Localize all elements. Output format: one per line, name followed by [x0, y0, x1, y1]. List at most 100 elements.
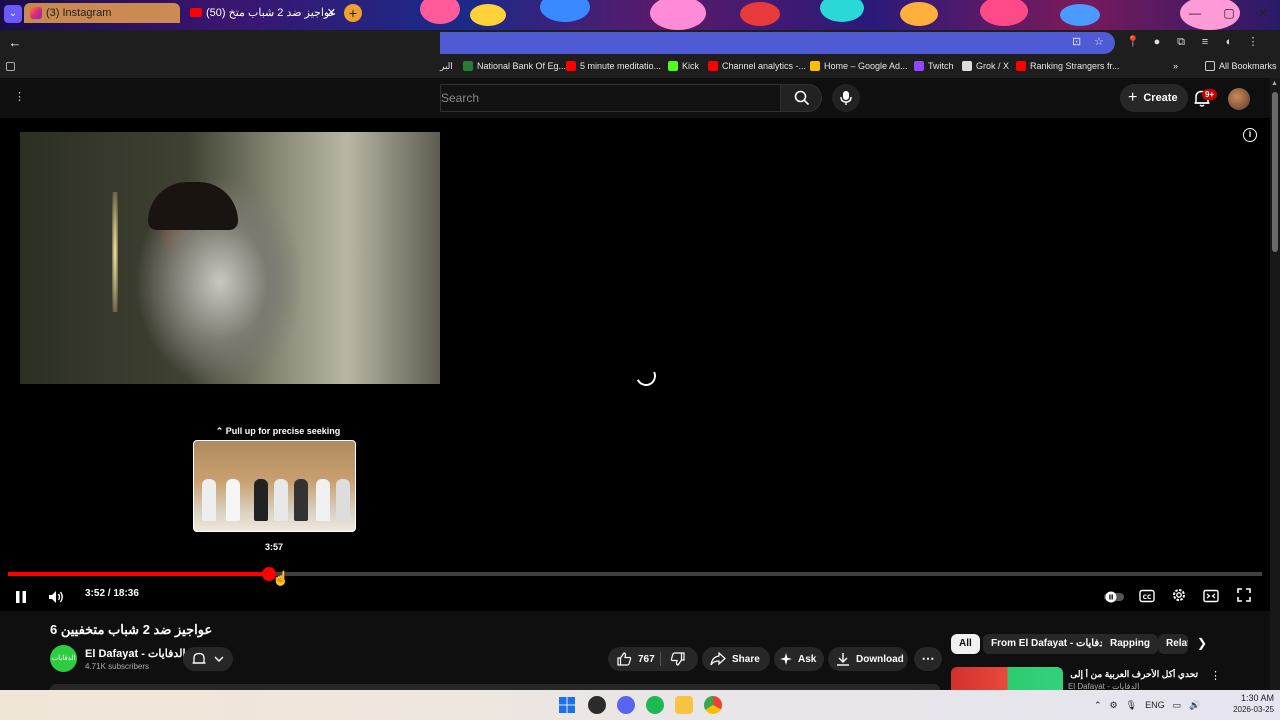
recommendation-thumbnail[interactable] [951, 667, 1063, 690]
theater-mode-icon[interactable] [1203, 586, 1219, 606]
window-controls: — ▢ ✕ [1178, 0, 1280, 30]
tab-youtube-video[interactable]: (50) عواجيز ضد 2 شباب متخ ✕ [186, 3, 342, 23]
youtube-icon [190, 8, 202, 17]
page-scrollbar[interactable]: ▲ [1270, 78, 1280, 690]
bookmark-item[interactable]: Kick [668, 61, 699, 71]
channel-name[interactable]: El Dafayat - الدفايات [85, 647, 186, 660]
extension-icon[interactable]: ● [1149, 34, 1165, 50]
minimize-button[interactable]: — [1178, 0, 1212, 30]
chevron-right-icon[interactable]: ❯ [1197, 636, 1207, 650]
guide-menu-icon[interactable]: ⋮ [14, 90, 25, 103]
bookmark-item[interactable]: البر [440, 61, 453, 72]
chip-from-channel[interactable]: From El Dafayat - الدفايات [983, 634, 1119, 654]
media-queue-icon[interactable]: ≡ [1197, 34, 1213, 50]
bookmark-item[interactable]: Twitch [914, 61, 954, 71]
tab-instagram[interactable]: (3) Instagram [24, 3, 180, 23]
scroll-up-arrow-icon[interactable]: ▲ [1271, 80, 1278, 87]
language-indicator[interactable]: ENG [1145, 700, 1165, 710]
kebab-menu-icon[interactable]: ⋮ [1210, 669, 1221, 682]
info-icon[interactable]: i [1243, 128, 1257, 142]
avatar[interactable] [1228, 88, 1250, 110]
create-button[interactable]: + Create [1120, 84, 1188, 112]
thumbnail-figure [336, 479, 350, 521]
maximize-button[interactable]: ▢ [1212, 0, 1246, 30]
thumbnail-figure [274, 479, 288, 521]
seek-preview-thumbnail [193, 440, 356, 532]
bookmark-label: 5 minute meditatio... [580, 61, 662, 71]
fullscreen-icon[interactable] [1236, 585, 1252, 605]
create-label: Create [1143, 92, 1178, 104]
bookmark-star-icon[interactable]: ☆ [1094, 35, 1104, 48]
file-explorer-icon[interactable] [675, 696, 693, 714]
subscription-notifications-button[interactable] [183, 647, 233, 671]
bell-icon [192, 652, 206, 664]
chrome-icon[interactable] [704, 696, 722, 714]
download-label: Download [856, 653, 904, 665]
autoplay-toggle[interactable] [1102, 587, 1126, 607]
close-tab-icon[interactable]: ✕ [327, 3, 336, 23]
microphone-icon[interactable]: 🎙 [1126, 700, 1137, 711]
network-settings-icon[interactable]: ⚙ [1110, 700, 1118, 711]
display-icon[interactable]: ▭ [1173, 700, 1182, 711]
captions-icon[interactable]: CC [1139, 586, 1155, 606]
plus-icon: + [1128, 89, 1138, 106]
chip-all[interactable]: All [951, 634, 980, 654]
bookmarks-overflow-button[interactable]: » [1173, 61, 1178, 71]
bookmark-item[interactable]: Ranking Strangers fr... [1016, 61, 1120, 71]
download-button[interactable]: Download [828, 647, 908, 671]
close-window-button[interactable]: ✕ [1246, 0, 1280, 30]
kebab-menu-icon[interactable]: ⋮ [1245, 34, 1261, 50]
browser-tabstrip: ⌄ (3) Instagram (50) عواجيز ضد 2 شباب مت… [0, 0, 1280, 30]
share-button[interactable]: Share [702, 647, 770, 671]
discord-icon[interactable] [617, 696, 635, 714]
ask-button[interactable]: Ask [774, 647, 824, 671]
search-button[interactable] [780, 84, 822, 112]
all-bookmarks-button[interactable]: All Bookmarks [1205, 61, 1277, 71]
speaker-icon[interactable]: 🔊 [1189, 700, 1200, 711]
bookmark-item[interactable]: Channel analytics -... [708, 61, 806, 71]
pin-icon[interactable]: 📍 [1125, 34, 1141, 50]
bookmark-item[interactable]: Grok / X [962, 61, 1009, 71]
thumbs-down-icon[interactable] [670, 651, 686, 667]
chevron-up-icon[interactable]: ⌃ [1094, 700, 1102, 711]
progress-bar[interactable] [8, 567, 1262, 581]
search-input[interactable] [441, 85, 780, 111]
theme-decoration [1060, 4, 1100, 26]
install-app-icon[interactable]: ⊡ [1072, 35, 1081, 48]
x-icon [962, 61, 972, 71]
video-player[interactable]: i ⌃ Pull up for precise seeking 3:57 ☝ 3… [0, 118, 1270, 611]
loading-spinner-icon [633, 363, 659, 389]
taskbar-clock[interactable]: 1:30 AM 2026-03-25 [1222, 693, 1274, 714]
thumbs-up-icon[interactable] [616, 651, 632, 667]
profile-icon[interactable]: ◐ [1221, 34, 1237, 50]
like-count[interactable]: 767 [632, 654, 655, 665]
back-button[interactable]: ← [6, 34, 24, 52]
windows-start-icon[interactable] [558, 696, 576, 714]
bookmark-item[interactable]: Home – Google Ad... [810, 61, 908, 71]
pause-icon[interactable] [14, 587, 28, 607]
clock-time: 1:30 AM [1240, 693, 1274, 703]
volume-icon[interactable] [48, 587, 66, 607]
bookmark-item[interactable]: National Bank Of Eg... [463, 61, 566, 71]
watch-metadata: عواجيز ضد 2 شباب متخفيين 6 الدفايات El D… [0, 611, 1270, 691]
all-bookmarks-label: All Bookmarks [1219, 61, 1277, 71]
tab-search-button[interactable]: ⌄ [4, 5, 22, 23]
recommendation-title[interactable]: تحدي أكل الأحرف العربية من أ إلى ي [1068, 669, 1198, 680]
obs-icon[interactable] [588, 696, 606, 714]
new-tab-button[interactable]: + [344, 4, 362, 22]
spotify-icon[interactable] [646, 696, 664, 714]
youtube-icon [566, 61, 576, 71]
voice-search-button[interactable] [832, 84, 860, 112]
puzzle-icon[interactable]: ⧉ [1173, 34, 1189, 50]
chip-rapping[interactable]: Rapping [1102, 634, 1158, 654]
bookmark-item[interactable]: 5 minute meditatio... [566, 61, 661, 71]
share-label: Share [732, 653, 760, 665]
tab-label: (50) عواجيز ضد 2 شباب متخ [206, 7, 337, 19]
settings-gear-icon[interactable] [1171, 585, 1187, 605]
channel-avatar[interactable]: الدفايات [50, 645, 77, 672]
chip-related[interactable]: Related [1158, 634, 1188, 654]
address-bar[interactable]: ⊡ ☆ [440, 32, 1115, 54]
apps-icon[interactable] [6, 62, 15, 71]
scrollbar-thumb[interactable] [1272, 92, 1278, 252]
more-actions-button[interactable]: ⋯ [914, 647, 942, 671]
